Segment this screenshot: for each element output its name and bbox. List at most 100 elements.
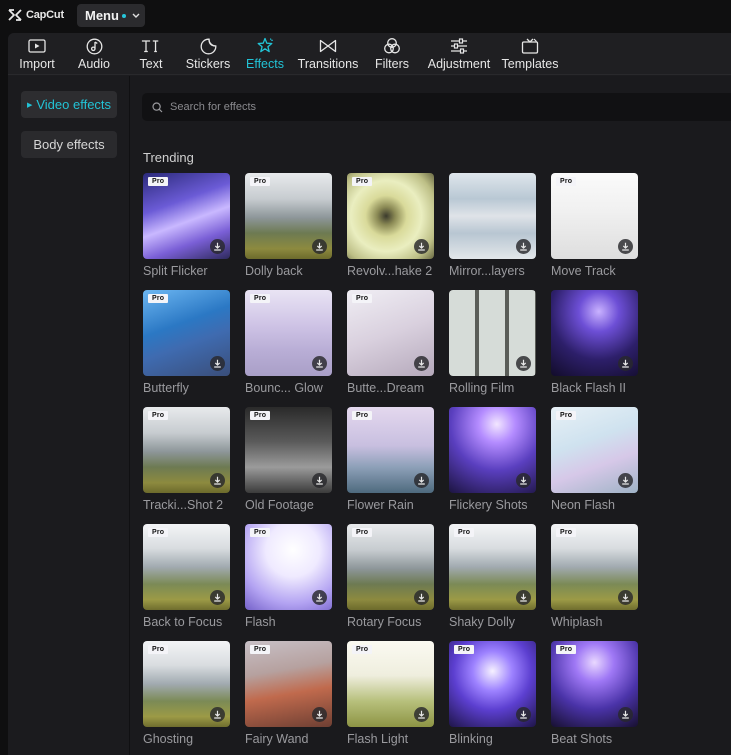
effect-card[interactable]: Pro Flash xyxy=(245,524,332,629)
pro-badge: Pro xyxy=(556,177,577,186)
download-icon[interactable] xyxy=(312,707,327,722)
tab-effects[interactable]: Effects xyxy=(242,37,288,73)
effect-card[interactable]: Pro Revolv...hake 2 xyxy=(347,173,434,278)
effect-thumbnail[interactable]: Pro xyxy=(449,641,536,727)
effect-card[interactable]: Pro Beat Shots xyxy=(551,641,638,746)
effect-thumbnail[interactable]: Pro xyxy=(551,641,638,727)
pro-badge: Pro xyxy=(352,645,373,654)
tab-label: Text xyxy=(139,57,163,71)
download-icon[interactable] xyxy=(414,707,429,722)
download-icon[interactable] xyxy=(618,239,633,254)
effect-card[interactable]: Black Flash II xyxy=(551,290,638,395)
effect-card[interactable]: Mirror...layers xyxy=(449,173,536,278)
download-icon[interactable] xyxy=(312,356,327,371)
effect-thumbnail[interactable]: Pro xyxy=(347,641,434,727)
sidebar-item-label: Video effects xyxy=(36,97,112,112)
pro-badge: Pro xyxy=(352,294,373,303)
effect-card[interactable]: Pro Tracki...Shot 2 xyxy=(143,407,230,512)
download-icon[interactable] xyxy=(516,239,531,254)
download-icon[interactable] xyxy=(414,590,429,605)
effect-thumbnail[interactable]: Pro xyxy=(347,290,434,376)
download-icon[interactable] xyxy=(516,590,531,605)
download-icon[interactable] xyxy=(210,707,225,722)
effect-thumbnail[interactable]: Pro xyxy=(347,173,434,259)
effect-name: Revolv...hake 2 xyxy=(347,264,433,278)
effect-thumbnail[interactable]: Pro xyxy=(245,407,332,493)
effect-thumbnail[interactable]: Pro xyxy=(143,173,230,259)
effect-card[interactable]: Pro Ghosting xyxy=(143,641,230,746)
effect-card[interactable]: Pro Shaky Dolly xyxy=(449,524,536,629)
download-icon[interactable] xyxy=(312,473,327,488)
effect-thumbnail[interactable]: Pro xyxy=(143,524,230,610)
effect-card[interactable]: Pro Butterfly xyxy=(143,290,230,395)
tab-stickers[interactable]: Stickers xyxy=(182,37,234,73)
effect-card[interactable]: Pro Dolly back xyxy=(245,173,332,278)
download-icon[interactable] xyxy=(618,473,633,488)
effect-card[interactable]: Pro Butte...Dream xyxy=(347,290,434,395)
effect-card[interactable]: Flickery Shots xyxy=(449,407,536,512)
download-icon[interactable] xyxy=(210,356,225,371)
effect-card[interactable]: Pro Flash Light xyxy=(347,641,434,746)
effect-card[interactable]: Rolling Film xyxy=(449,290,536,395)
effect-thumbnail[interactable] xyxy=(449,290,536,376)
effect-thumbnail[interactable]: Pro xyxy=(551,524,638,610)
effect-card[interactable]: Pro Whiplash xyxy=(551,524,638,629)
effect-thumbnail[interactable] xyxy=(449,173,536,259)
download-icon[interactable] xyxy=(516,356,531,371)
effect-card[interactable]: Pro Back to Focus xyxy=(143,524,230,629)
effect-card[interactable]: Pro Old Footage xyxy=(245,407,332,512)
effect-card[interactable]: Pro Flower Rain xyxy=(347,407,434,512)
download-icon[interactable] xyxy=(516,473,531,488)
effect-card[interactable]: Pro Move Track xyxy=(551,173,638,278)
effect-thumbnail[interactable]: Pro xyxy=(551,173,638,259)
effect-thumbnail[interactable]: Pro xyxy=(245,290,332,376)
effect-thumbnail[interactable] xyxy=(551,290,638,376)
download-icon[interactable] xyxy=(210,239,225,254)
tab-templates[interactable]: Templates xyxy=(500,37,560,73)
effect-card[interactable]: Pro Bounc... Glow xyxy=(245,290,332,395)
effect-card[interactable]: Pro Rotary Focus xyxy=(347,524,434,629)
effect-thumbnail[interactable]: Pro xyxy=(551,407,638,493)
effect-name: Butte...Dream xyxy=(347,381,425,395)
effect-card[interactable]: Pro Split Flicker xyxy=(143,173,230,278)
download-icon[interactable] xyxy=(414,356,429,371)
sidebar-item-video-effects[interactable]: ▶ Video effects xyxy=(21,91,117,118)
tab-import[interactable]: Import xyxy=(16,37,58,73)
effect-name: Blinking xyxy=(449,732,493,746)
download-icon[interactable] xyxy=(312,239,327,254)
media-toolbar: Import Audio Text Stickers Effects Trans… xyxy=(8,33,731,75)
tab-label: Adjustment xyxy=(427,57,491,71)
download-icon[interactable] xyxy=(414,473,429,488)
tab-audio[interactable]: Audio xyxy=(74,37,114,73)
download-icon[interactable] xyxy=(210,473,225,488)
effect-thumbnail[interactable]: Pro xyxy=(245,173,332,259)
effect-thumbnail[interactable]: Pro xyxy=(245,524,332,610)
effect-thumbnail[interactable]: Pro xyxy=(143,290,230,376)
download-icon[interactable] xyxy=(618,356,633,371)
tab-adjustment[interactable]: Adjustment xyxy=(424,37,494,73)
download-icon[interactable] xyxy=(312,590,327,605)
sidebar-item-body-effects[interactable]: Body effects xyxy=(21,131,117,158)
capcut-logo-icon xyxy=(8,9,22,21)
effect-card[interactable]: Pro Blinking xyxy=(449,641,536,746)
menu-button[interactable]: Menu xyxy=(77,4,145,27)
notification-dot xyxy=(121,13,126,18)
effect-card[interactable]: Pro Neon Flash xyxy=(551,407,638,512)
download-icon[interactable] xyxy=(414,239,429,254)
tab-filters[interactable]: Filters xyxy=(372,37,412,73)
tab-text[interactable]: Text xyxy=(134,37,168,73)
effect-thumbnail[interactable]: Pro xyxy=(245,641,332,727)
effect-thumbnail[interactable]: Pro xyxy=(347,407,434,493)
download-icon[interactable] xyxy=(210,590,225,605)
download-icon[interactable] xyxy=(618,707,633,722)
tab-transitions[interactable]: Transitions xyxy=(296,37,360,73)
effect-thumbnail[interactable] xyxy=(449,407,536,493)
download-icon[interactable] xyxy=(618,590,633,605)
download-icon[interactable] xyxy=(516,707,531,722)
effect-thumbnail[interactable]: Pro xyxy=(347,524,434,610)
effect-card[interactable]: Pro Fairy Wand xyxy=(245,641,332,746)
effect-thumbnail[interactable]: Pro xyxy=(449,524,536,610)
effect-thumbnail[interactable]: Pro xyxy=(143,641,230,727)
search-input[interactable]: Search for effects xyxy=(142,93,731,121)
effect-thumbnail[interactable]: Pro xyxy=(143,407,230,493)
